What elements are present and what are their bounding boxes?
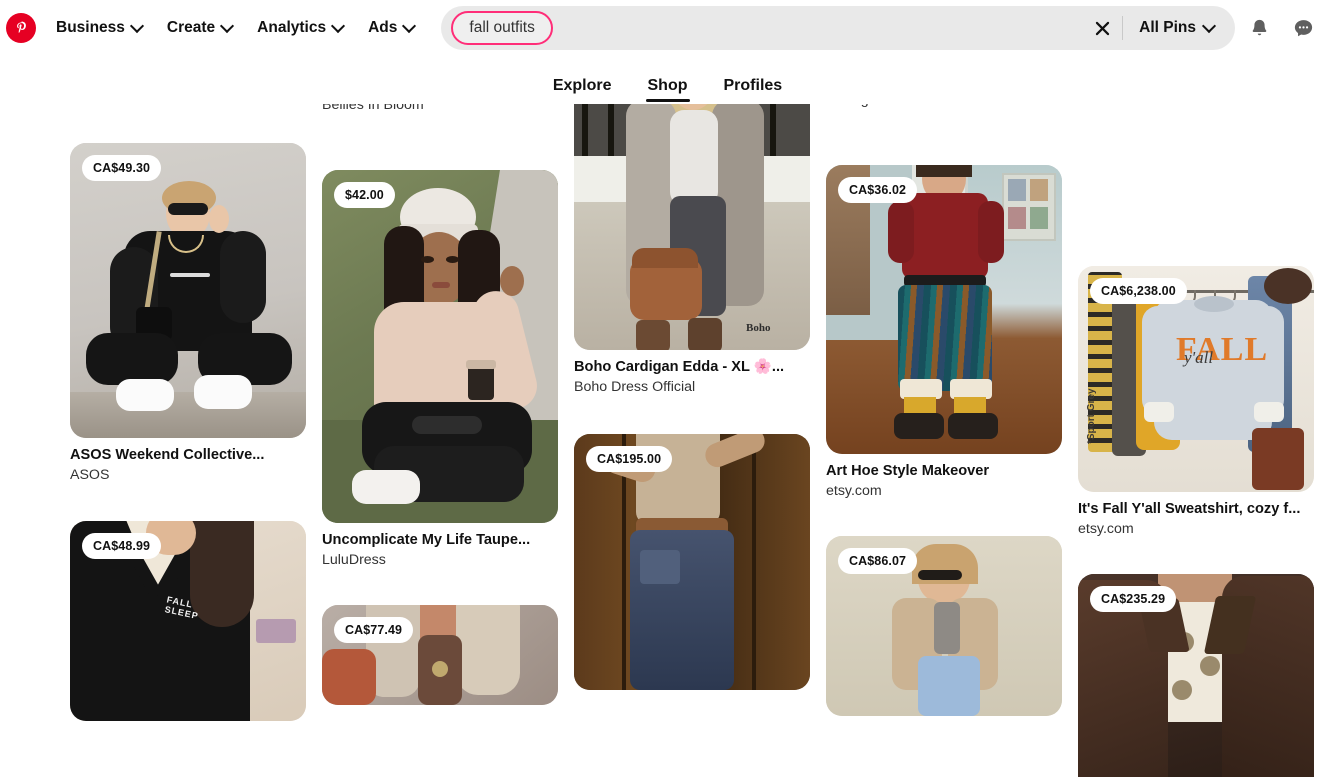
pin-title: Boho Cardigan Edda - XL 🌸... [574, 358, 810, 377]
pin-image[interactable]: CA$235.29 [1078, 574, 1314, 777]
column-3: Boho Boho Cardigan Edda - XL 🌸... Boho D… [574, 104, 826, 777]
pin-image[interactable]: CA$36.02 [826, 165, 1062, 454]
pin-title: Art Hoe Style Makeover [826, 462, 1062, 481]
clear-search-button[interactable] [1084, 10, 1120, 46]
price-badge: CA$49.30 [82, 155, 161, 181]
pin-source: CoVogue [826, 104, 1062, 109]
chevron-down-icon [1204, 21, 1215, 32]
messages-chat-icon [1292, 17, 1315, 40]
pin-card-beige-blazer[interactable]: CA$86.07 [826, 536, 1062, 716]
search-input[interactable]: fall outfits [451, 11, 552, 45]
nav-analytics[interactable]: Analytics [245, 11, 356, 45]
pin-image[interactable]: FALL SLEEP CA$48.99 [70, 521, 306, 721]
search-result-tabs: Explore Shop Profiles [0, 56, 1335, 104]
pin-image[interactable]: CA$195.00 [574, 434, 810, 690]
price-badge: CA$48.99 [82, 533, 161, 559]
pin-title: Uncomplicate My Life Taupe... [322, 531, 558, 550]
pin-image[interactable]: $42.00 [322, 170, 558, 523]
nav-create[interactable]: Create [155, 11, 245, 45]
pin-source: etsy.com [1078, 520, 1330, 538]
pin-card-fall-sleep-vneck[interactable]: FALL SLEEP CA$48.99 [70, 521, 306, 721]
pin-card-brown-leather-jacket[interactable]: CA$235.29 [1078, 574, 1330, 777]
pin-card-lizzie-turtleneck[interactable]: Lizzie Knitted Turtleneck Crop... CoVogu… [826, 104, 1062, 109]
pin-card-cozy-knit-cardigan[interactable]: CA$77.49 [322, 605, 558, 705]
price-badge: CA$36.02 [838, 177, 917, 203]
price-badge: CA$86.07 [838, 548, 917, 574]
pin-card-uncomplicate-taupe[interactable]: $42.00 Uncomplicate My Life Taupe... Lul… [322, 170, 558, 569]
pin-card-its-fall-yall[interactable]: FALL y'all *Sport Grey CA$6,238.00 It's … [1078, 266, 1330, 538]
pin-title: It's Fall Y'all Sweatshirt, cozy f... [1078, 500, 1314, 519]
price-badge: CA$235.29 [1090, 586, 1176, 612]
price-badge: CA$6,238.00 [1090, 278, 1187, 304]
pin-image[interactable]: CA$86.07 [826, 536, 1062, 716]
column-2: Ladies Leopard Cardigan Bellies In Bloom [322, 104, 574, 777]
close-icon [1093, 19, 1112, 38]
pin-card-jeans-wood-wall[interactable]: CA$195.00 [574, 434, 810, 690]
tab-profiles[interactable]: Profiles [724, 77, 783, 104]
pin-title: ASOS Weekend Collective... [70, 446, 306, 465]
pin-card-boho-cardigan-edda[interactable]: Boho Boho Cardigan Edda - XL 🌸... Boho D… [574, 104, 810, 396]
column-4: Lizzie Knitted Turtleneck Crop... CoVogu… [826, 104, 1078, 777]
tab-explore[interactable]: Explore [553, 77, 612, 104]
chevron-down-icon [333, 21, 344, 32]
all-pins-label: All Pins [1139, 19, 1196, 37]
price-badge: CA$195.00 [586, 446, 672, 472]
pinterest-logo-icon[interactable] [6, 13, 36, 43]
nav-ads-label: Ads [368, 19, 397, 37]
pin-image[interactable]: Boho [574, 104, 810, 350]
pin-card-asos-weekend[interactable]: CA$49.30 ASOS Weekend Collective... ASOS [70, 143, 306, 484]
masonry-grid: Revolve.com [0, 104, 1335, 777]
pin-image[interactable]: FALL y'all *Sport Grey CA$6,238.00 [1078, 266, 1314, 492]
search-bar[interactable]: fall outfits All Pins [441, 6, 1235, 50]
pin-source: Bellies In Bloom [322, 104, 558, 114]
pin-card-art-hoe-style[interactable]: CA$36.02 Art Hoe Style Makeover etsy.com [826, 165, 1062, 500]
column-1: Revolve.com [70, 104, 322, 777]
tab-shop[interactable]: Shop [648, 77, 688, 104]
pin-source: ASOS [70, 466, 306, 484]
chevron-down-icon [404, 21, 415, 32]
price-badge: $42.00 [334, 182, 395, 208]
messages-button[interactable] [1283, 8, 1323, 48]
pin-results-board[interactable]: Revolve.com [0, 104, 1335, 777]
all-pins-filter-dropdown[interactable]: All Pins [1125, 11, 1229, 45]
nav-business[interactable]: Business [44, 11, 155, 45]
nav-ads[interactable]: Ads [356, 11, 427, 45]
nav-create-label: Create [167, 19, 215, 37]
nav-analytics-label: Analytics [257, 19, 326, 37]
pin-source: Boho Dress Official [574, 378, 810, 396]
notifications-button[interactable] [1239, 8, 1279, 48]
divider [1122, 16, 1123, 40]
nav-business-label: Business [56, 19, 125, 37]
chevron-down-icon [222, 21, 233, 32]
price-badge: CA$77.49 [334, 617, 413, 643]
column-5: FALL y'all *Sport Grey CA$6,238.00 It's … [1078, 104, 1330, 777]
pin-image[interactable]: CA$77.49 [322, 605, 558, 705]
chevron-down-icon [132, 21, 143, 32]
notifications-bell-icon [1248, 17, 1271, 40]
pin-card-ladies-leopard[interactable]: Ladies Leopard Cardigan Bellies In Bloom [322, 104, 558, 114]
pin-source: LuluDress [322, 551, 558, 569]
pin-image[interactable]: CA$49.30 [70, 143, 306, 438]
top-navigation-bar: Business Create Analytics Ads fall outfi… [0, 0, 1335, 56]
pin-source: etsy.com [826, 482, 1062, 500]
